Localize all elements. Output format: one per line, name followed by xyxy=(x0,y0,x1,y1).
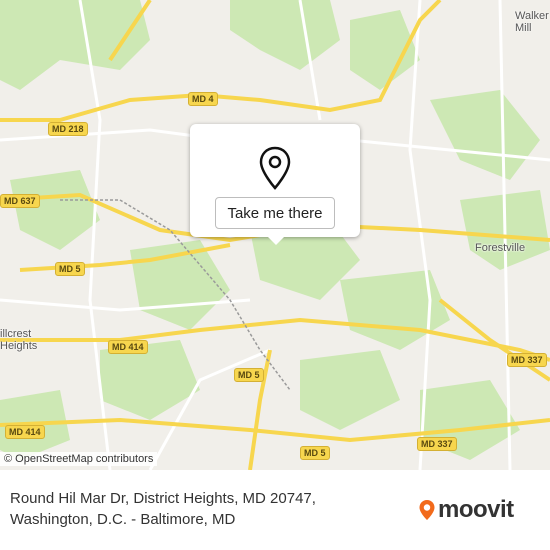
road-shield-md5-west: MD 5 xyxy=(55,262,85,276)
road-shield-md4: MD 4 xyxy=(188,92,218,106)
footer: Round Hil Mar Dr, District Heights, MD 2… xyxy=(0,470,550,550)
place-label-forestville: Forestville xyxy=(475,242,526,254)
road-shield-md414-b: MD 414 xyxy=(5,425,45,439)
road-shield-md414-a: MD 414 xyxy=(108,340,148,354)
moovit-wordmark: moovit xyxy=(438,496,514,523)
moovit-pin-icon xyxy=(419,500,435,520)
location-popup: Take me there xyxy=(190,124,360,245)
take-me-there-button[interactable]: Take me there xyxy=(215,197,335,229)
road-shield-md5-bottom: MD 5 xyxy=(300,446,330,460)
location-pin-icon xyxy=(259,146,291,190)
road-shield-md218: MD 218 xyxy=(48,122,88,136)
map[interactable]: Walker Mill Forestville illcrest Heights… xyxy=(0,0,550,470)
map-attribution[interactable]: © OpenStreetMap contributors xyxy=(0,452,158,466)
road-shield-md5-south: MD 5 xyxy=(234,368,264,382)
address-text: Round Hil Mar Dr, District Heights, MD 2… xyxy=(10,490,316,528)
road-shield-md337-east: MD 337 xyxy=(507,353,547,367)
moovit-logo[interactable]: moovit xyxy=(418,496,514,524)
place-label-hillcrest-heights: illcrest Heights xyxy=(0,328,38,352)
place-label-walker-mill: Walker Mill xyxy=(515,10,549,34)
road-shield-md337-bottom: MD 337 xyxy=(417,437,457,451)
road-shield-md637: MD 637 xyxy=(0,194,40,208)
